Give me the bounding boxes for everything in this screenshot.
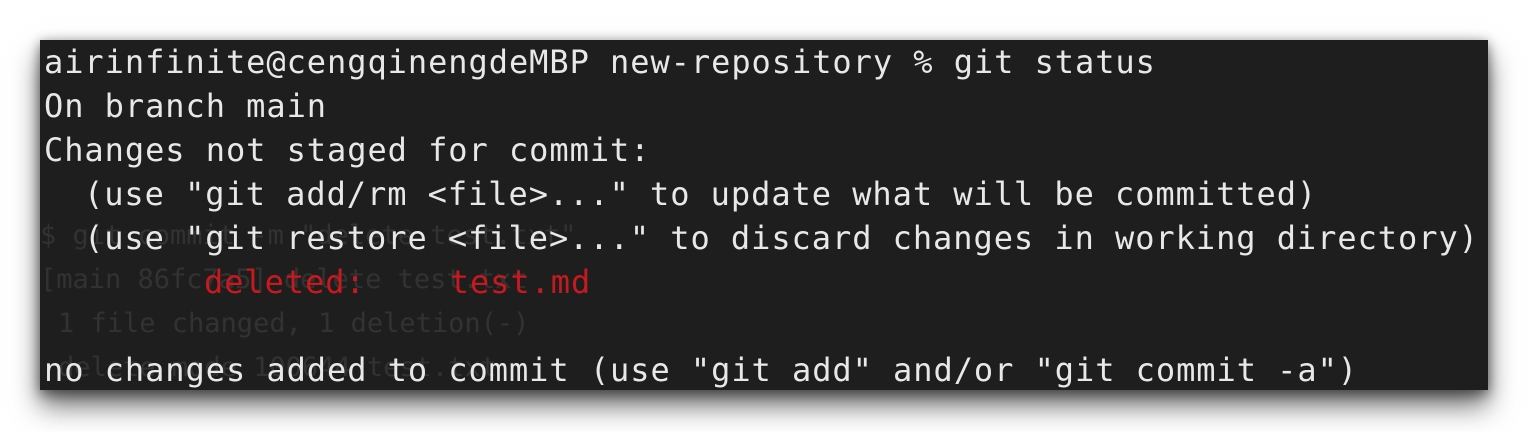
deleted-file-line: deleted: test.md	[44, 260, 591, 304]
hint-restore-text: (use "git restore <file>..." to discard …	[84, 219, 1479, 257]
changes-header-line: Changes not staged for commit:	[44, 131, 651, 169]
terminal-window[interactable]: $ git commit -m "delete test.txt" [main …	[40, 40, 1488, 390]
deleted-label: deleted:	[204, 263, 366, 301]
command-prompt-line: airinfinite@cengqinengdeMBP new-reposito…	[44, 43, 1156, 81]
no-changes-line: no changes added to commit (use "git add…	[44, 351, 1359, 389]
hint-add-line: (use "git add/rm <file>..." to update wh…	[44, 172, 1317, 216]
deleted-filename: test.md	[449, 263, 592, 301]
hint-add-text: (use "git add/rm <file>..." to update wh…	[84, 175, 1318, 213]
hint-restore-line: (use "git restore <file>..." to discard …	[44, 216, 1479, 260]
branch-status-line: On branch main	[44, 87, 328, 125]
terminal-output[interactable]: airinfinite@cengqinengdeMBP new-reposito…	[44, 40, 1488, 390]
